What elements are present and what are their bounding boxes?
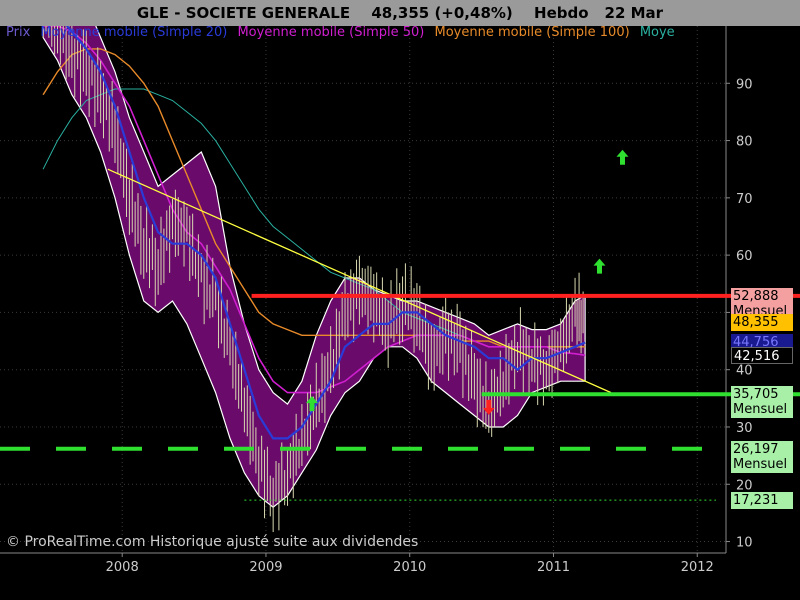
price-tag: 48,355 [731,313,793,331]
price-tag: 42,516 [731,347,793,365]
y-tick-label: 60 [736,249,753,264]
legend-item-ma-other: Moye [639,25,675,40]
y-tick-label: 10 [736,536,753,551]
y-tick-label: 70 [736,192,753,207]
legend: Prix Moyenne mobile (Simple 20) Moyenne … [0,24,728,42]
legend-item-price: Prix [6,25,31,40]
price-tag-value: 42,516 [734,349,780,365]
x-tick-label: 2011 [537,560,570,575]
y-tick-label: 30 [736,421,753,436]
price-tag-value: 52,888 [733,288,779,304]
price-chart: 10203040506070809020082009201020112012 [0,26,800,575]
bollinger-band [42,26,586,508]
chart-title-bar: GLE - SOCIETE GENERALE 48,355 (+0,48%) H… [0,0,800,26]
price-tag: 17,231 [731,492,793,510]
x-tick-label: 2009 [249,560,282,575]
y-tick-label: 90 [736,77,753,92]
legend-item-ma100: Moyenne mobile (Simple 100) [434,25,630,40]
legend-item-ma20: Moyenne mobile (Simple 20) [40,25,228,40]
price-tag-value: 35,705 [733,387,779,403]
price-tag: 26,197 Mensuel [731,440,793,473]
price-tag-value: 26,197 [733,441,779,457]
legend-item-ma50: Moyenne mobile (Simple 50) [237,25,425,40]
quote-label: 48,355 (+0,48%) [371,4,513,22]
price-tag-period: Mensuel [733,402,788,418]
x-tick-label: 2010 [393,560,426,575]
y-tick-label: 40 [736,364,753,379]
y-tick-label: 20 [736,478,753,493]
price-tag-period: Mensuel [733,456,788,472]
symbol-label: GLE - SOCIETE GENERALE [136,4,351,22]
x-tick-label: 2012 [681,560,714,575]
copyright-notice: © ProRealTime.com Historique ajusté suit… [6,534,419,550]
price-tag-value: 17,231 [733,493,779,509]
period-label: Hebdo [534,4,589,22]
price-tag-value: 48,355 [733,314,779,330]
x-tick-label: 2008 [106,560,139,575]
signal-arrow-up-icon [593,258,606,274]
y-tick-label: 80 [736,135,753,150]
date-label: 22 Mar [604,4,664,22]
signal-arrow-up-icon [616,149,629,165]
price-tag: 35,705 Mensuel [731,386,793,419]
